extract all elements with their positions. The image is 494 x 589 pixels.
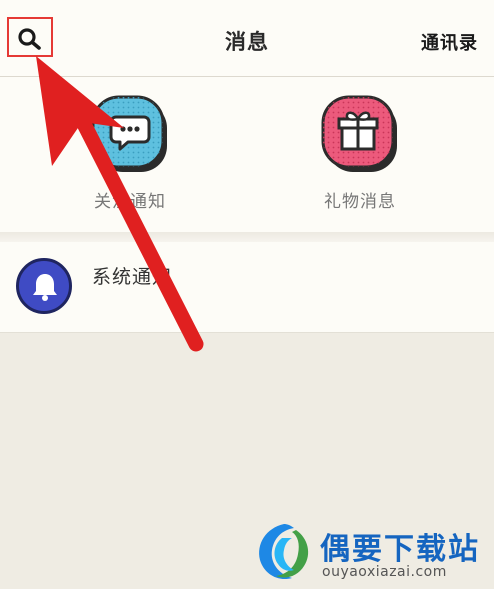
list-item-system-notice[interactable]: 系统通知 xyxy=(0,242,494,333)
screen: 消息 通讯录 关注通知 礼物消息 系统通知 偶要下载站 ouyaoxiazai.… xyxy=(0,0,494,589)
watermark: 偶要下载站 ouyaoxiazai.com xyxy=(252,520,488,586)
watermark-title: 偶要下载站 xyxy=(320,532,480,567)
section-divider xyxy=(0,232,494,242)
chat-bubble-icon xyxy=(91,95,169,173)
feature-gift-message[interactable]: 礼物消息 xyxy=(280,95,440,212)
watermark-url: ouyaoxiazai.com xyxy=(322,564,447,580)
gift-icon xyxy=(321,95,399,173)
contacts-button[interactable]: 通讯录 xyxy=(421,29,478,55)
site-logo-icon xyxy=(259,524,309,580)
page-title: 消息 xyxy=(225,30,269,54)
feature-label: 礼物消息 xyxy=(324,192,396,212)
top-bar: 消息 通讯录 xyxy=(0,0,494,77)
bell-icon xyxy=(16,258,72,314)
feature-grid: 关注通知 礼物消息 xyxy=(0,77,494,232)
list-item-label: 系统通知 xyxy=(92,266,173,288)
feature-label: 关注通知 xyxy=(94,192,166,212)
feature-follow-notice[interactable]: 关注通知 xyxy=(50,95,210,212)
